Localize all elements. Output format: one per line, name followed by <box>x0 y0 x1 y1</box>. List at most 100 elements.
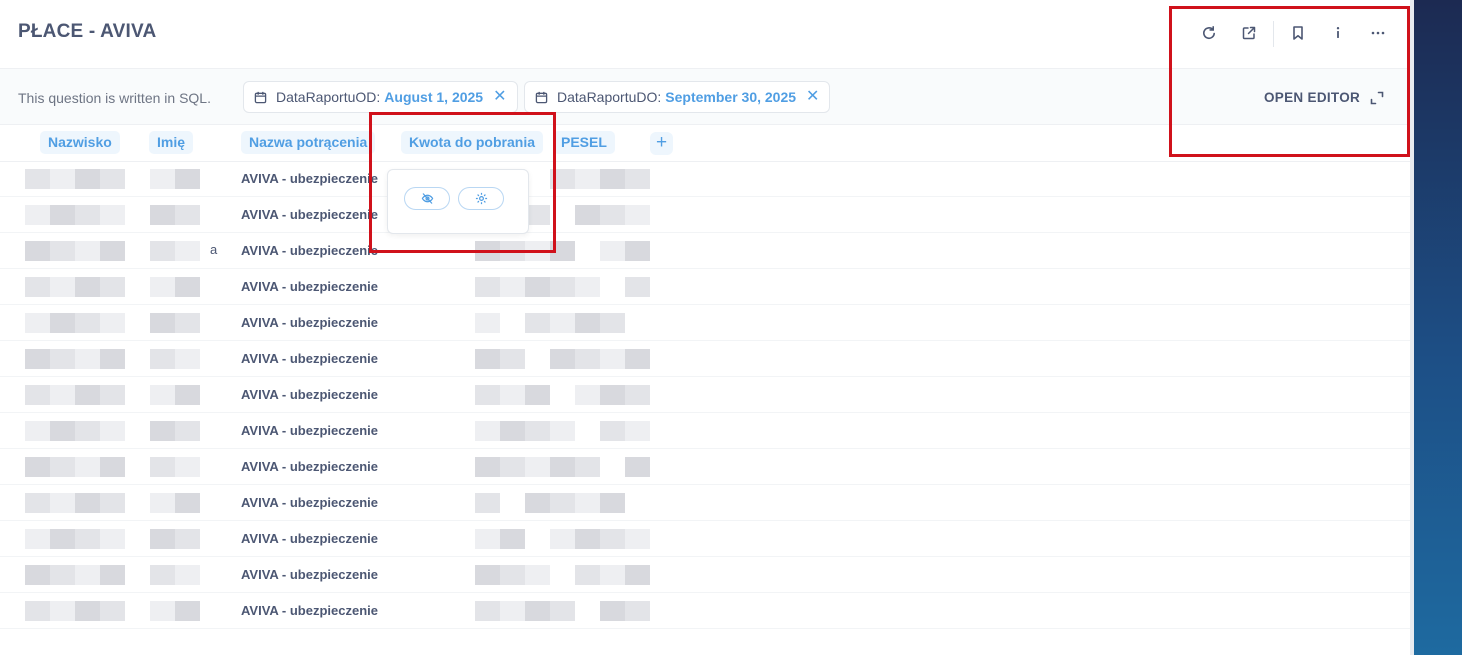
redacted-cell <box>175 457 200 477</box>
redacted-cell <box>525 421 550 441</box>
redacted-cell <box>625 601 650 621</box>
filter-bar: This question is written in SQL. DataRap… <box>0 68 1410 125</box>
redacted-cell <box>75 277 100 297</box>
redacted-cell <box>550 241 575 261</box>
cell-nazwa-potracenia: AVIVA - ubezpieczenie <box>241 495 379 510</box>
redacted-cell <box>25 565 50 585</box>
redacted-cell <box>600 421 625 441</box>
table-row: AVIVA - ubezpieczenie <box>0 413 1410 449</box>
filter-chip-data-do[interactable]: DataRaportuDO: September 30, 2025 ✕ <box>524 81 831 113</box>
redacted-cell <box>500 601 525 621</box>
redacted-cell <box>600 169 625 189</box>
redacted-cell <box>50 421 75 441</box>
redacted-cell <box>525 385 550 405</box>
redacted-cell <box>100 493 125 513</box>
redacted-cell <box>525 313 550 333</box>
redacted-cell <box>50 457 75 477</box>
open-editor-button[interactable]: OPEN EDITOR <box>1264 90 1360 105</box>
redacted-cell <box>475 457 500 477</box>
redacted-cell <box>175 493 200 513</box>
redacted-cell <box>625 565 650 585</box>
filter-label: DataRaportuOD: <box>276 89 381 105</box>
filter-chip-data-od[interactable]: DataRaportuOD: August 1, 2025 ✕ <box>243 81 518 113</box>
redacted-cell <box>475 241 500 261</box>
redacted-cell <box>175 205 200 225</box>
redacted-cell <box>25 349 50 369</box>
redacted-cell <box>75 601 100 621</box>
column-actions-popover <box>387 169 529 234</box>
redacted-cell <box>150 169 175 189</box>
redacted-cell <box>500 565 525 585</box>
more-options-button[interactable] <box>1363 18 1393 48</box>
redacted-cell <box>525 277 550 297</box>
redacted-cell <box>475 313 500 333</box>
redacted-cell <box>50 169 75 189</box>
bookmark-button[interactable] <box>1283 18 1313 48</box>
redacted-cell <box>75 241 100 261</box>
redacted-cell <box>475 385 500 405</box>
filter-label: DataRaportuDO: <box>557 89 662 105</box>
table-row: AVIVA - ubezpieczenie <box>0 305 1410 341</box>
column-header-imie[interactable]: Imię <box>149 131 194 154</box>
redacted-cell <box>475 601 500 621</box>
cell-nazwa-potracenia: AVIVA - ubezpieczenie <box>241 243 379 258</box>
redacted-cell <box>525 565 550 585</box>
cell-nazwa-potracenia: AVIVA - ubezpieczenie <box>241 531 379 546</box>
redacted-cell <box>625 421 650 441</box>
redacted-cell <box>625 385 650 405</box>
column-header-kwota-do-pobrania[interactable]: Kwota do pobrania <box>401 131 543 154</box>
table-row: AVIVA - ubezpieczenie <box>0 161 1410 197</box>
redacted-cell <box>625 457 650 477</box>
hide-column-button[interactable] <box>404 187 450 210</box>
external-link-icon <box>1242 26 1256 40</box>
header-divider <box>1273 21 1274 47</box>
info-icon <box>1336 27 1340 38</box>
redacted-cell <box>500 241 525 261</box>
redacted-cell <box>75 565 100 585</box>
redacted-cell <box>575 169 600 189</box>
redacted-cell <box>100 313 125 333</box>
redacted-cell <box>100 241 125 261</box>
column-header-nazwisko[interactable]: Nazwisko <box>40 131 120 154</box>
column-header-pesel[interactable]: PESEL <box>553 131 615 154</box>
redacted-cell <box>550 169 575 189</box>
open-in-new-tab-button[interactable] <box>1234 18 1264 48</box>
table-row: AVIVA - ubezpieczenie <box>0 449 1410 485</box>
filter-value: August 1, 2025 <box>384 89 484 105</box>
column-settings-button[interactable] <box>458 187 504 210</box>
redacted-cell <box>500 457 525 477</box>
redacted-cell <box>150 493 175 513</box>
add-column-button[interactable]: + <box>650 132 673 155</box>
redacted-cell <box>475 349 500 369</box>
redacted-cell <box>600 349 625 369</box>
app: PŁACE - AVIVA This question is written i… <box>0 0 1462 655</box>
redacted-cell <box>500 277 525 297</box>
redacted-cell <box>575 385 600 405</box>
redacted-cell <box>100 385 125 405</box>
expand-icon[interactable] <box>1369 90 1385 106</box>
redacted-cell <box>500 349 525 369</box>
cell-nazwa-potracenia: AVIVA - ubezpieczenie <box>241 351 379 366</box>
redacted-cell <box>525 493 550 513</box>
redacted-cell <box>75 529 100 549</box>
redacted-cell <box>25 421 50 441</box>
table-row: AVIVA - ubezpieczenie <box>0 557 1410 593</box>
column-header-nazwa-potracenia[interactable]: Nazwa potrącenia <box>241 131 376 154</box>
close-icon[interactable]: ✕ <box>493 89 506 105</box>
cell-nazwa-potracenia: AVIVA - ubezpieczenie <box>241 171 379 186</box>
desktop-background <box>1414 0 1462 655</box>
close-icon[interactable]: ✕ <box>806 89 819 105</box>
cell-nazwa-potracenia: AVIVA - ubezpieczenie <box>241 207 379 222</box>
info-button[interactable] <box>1323 18 1353 48</box>
redacted-cell <box>50 313 75 333</box>
calendar-icon <box>254 91 267 103</box>
redacted-cell <box>625 349 650 369</box>
redacted-cell <box>150 457 175 477</box>
redacted-cell <box>625 241 650 261</box>
redacted-cell <box>575 565 600 585</box>
redacted-cell <box>75 205 100 225</box>
question-header: PŁACE - AVIVA <box>0 0 1410 68</box>
refresh-button[interactable] <box>1194 18 1224 48</box>
cell-nazwa-potracenia: AVIVA - ubezpieczenie <box>241 459 379 474</box>
redacted-cell <box>100 205 125 225</box>
